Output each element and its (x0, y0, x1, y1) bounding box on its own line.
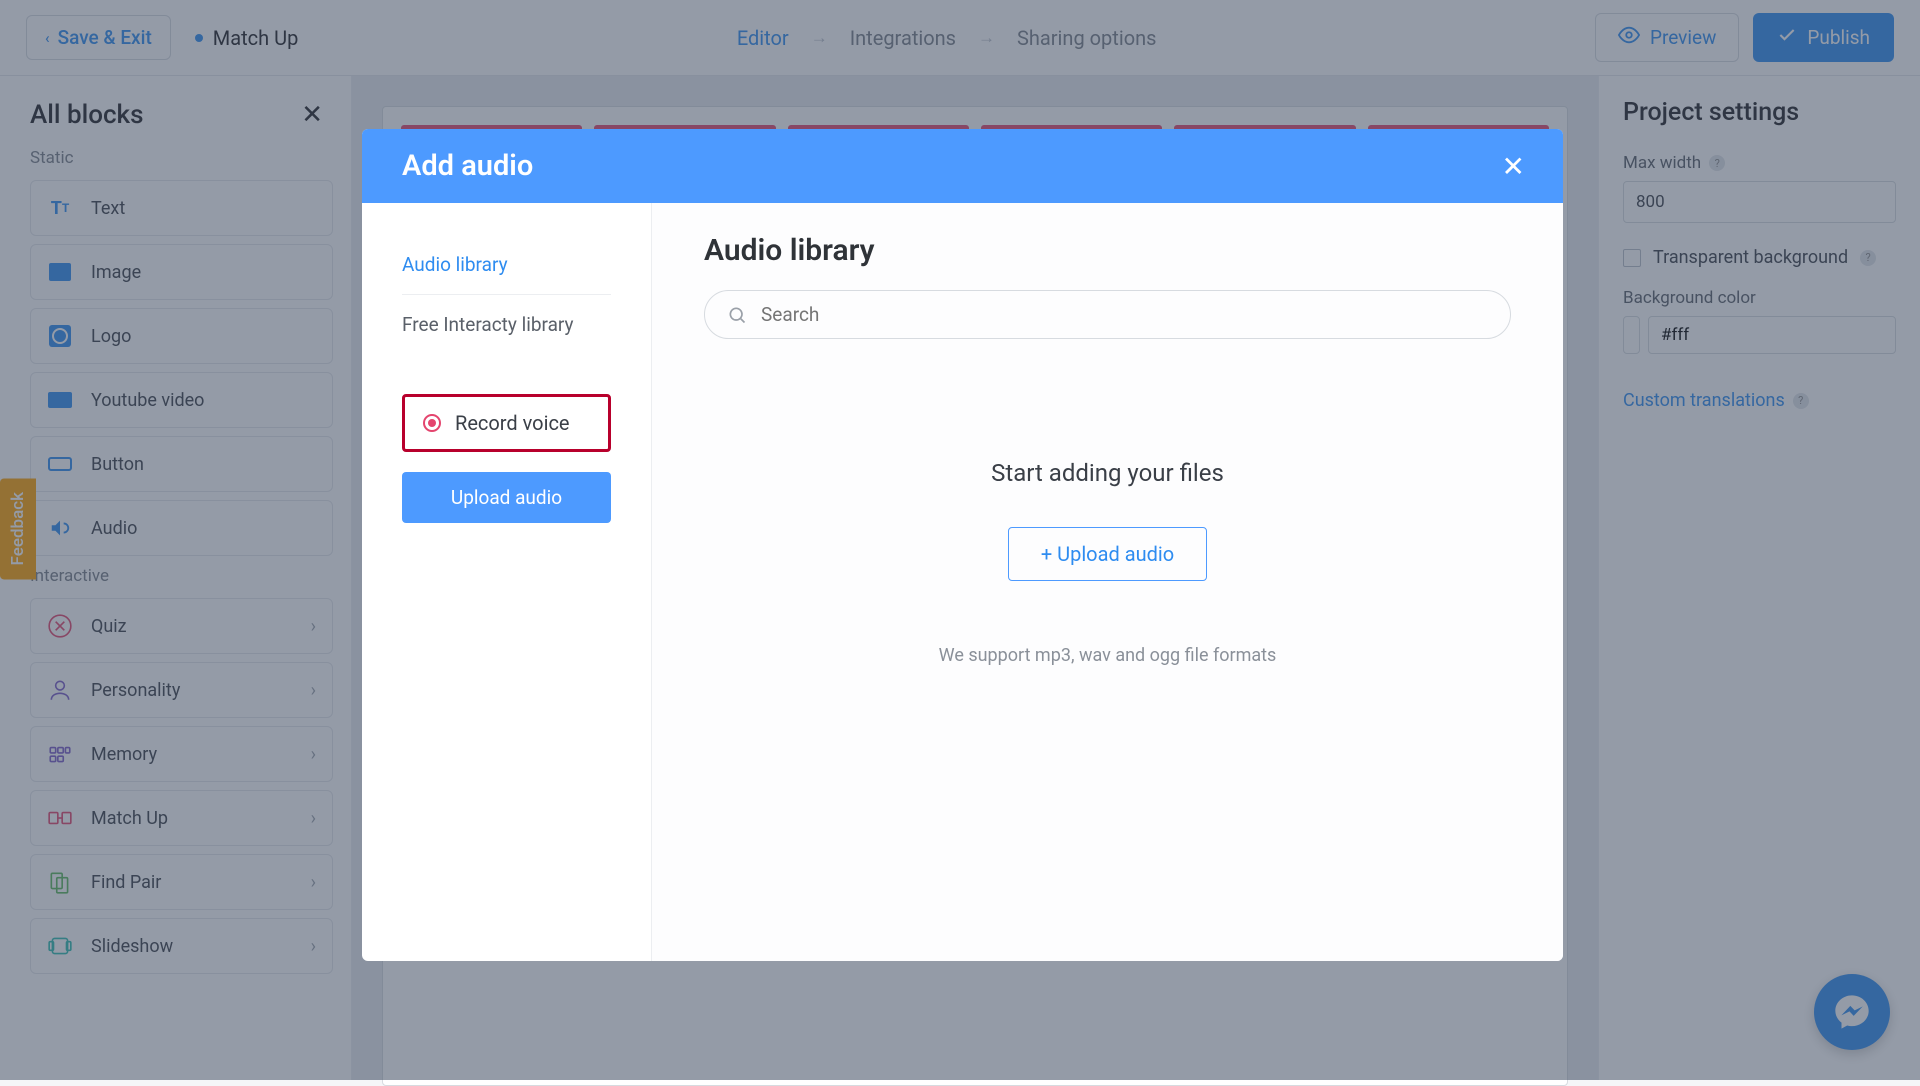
search-input[interactable] (761, 303, 1488, 326)
modal-title: Add audio (402, 149, 533, 183)
modal-header: Add audio ✕ (362, 129, 1563, 203)
search-icon (727, 305, 747, 325)
formats-hint: We support mp3, wav and ogg file formats (704, 645, 1511, 666)
divider (402, 294, 611, 295)
modal-body: Audio library Free Interacty library Rec… (362, 203, 1563, 961)
modal-close-button[interactable]: ✕ (1496, 144, 1531, 189)
tab-audio-library[interactable]: Audio library (402, 239, 611, 290)
upload-audio-main-button[interactable]: + Upload audio (1008, 527, 1207, 581)
tab-free-library[interactable]: Free Interacty library (402, 299, 611, 350)
empty-title: Start adding your files (704, 459, 1511, 487)
record-label: Record voice (455, 411, 570, 435)
modal-main: Audio library Start adding your files + … (652, 203, 1563, 961)
record-icon (423, 414, 441, 432)
modal-sidebar: Audio library Free Interacty library Rec… (362, 203, 652, 961)
record-voice-button[interactable]: Record voice (402, 394, 611, 452)
upload-audio-side-button[interactable]: Upload audio (402, 472, 611, 523)
add-audio-modal: Add audio ✕ Audio library Free Interacty… (362, 129, 1563, 961)
empty-state: Start adding your files + Upload audio W… (704, 459, 1511, 666)
library-title: Audio library (704, 233, 1511, 268)
search-box[interactable] (704, 290, 1511, 339)
